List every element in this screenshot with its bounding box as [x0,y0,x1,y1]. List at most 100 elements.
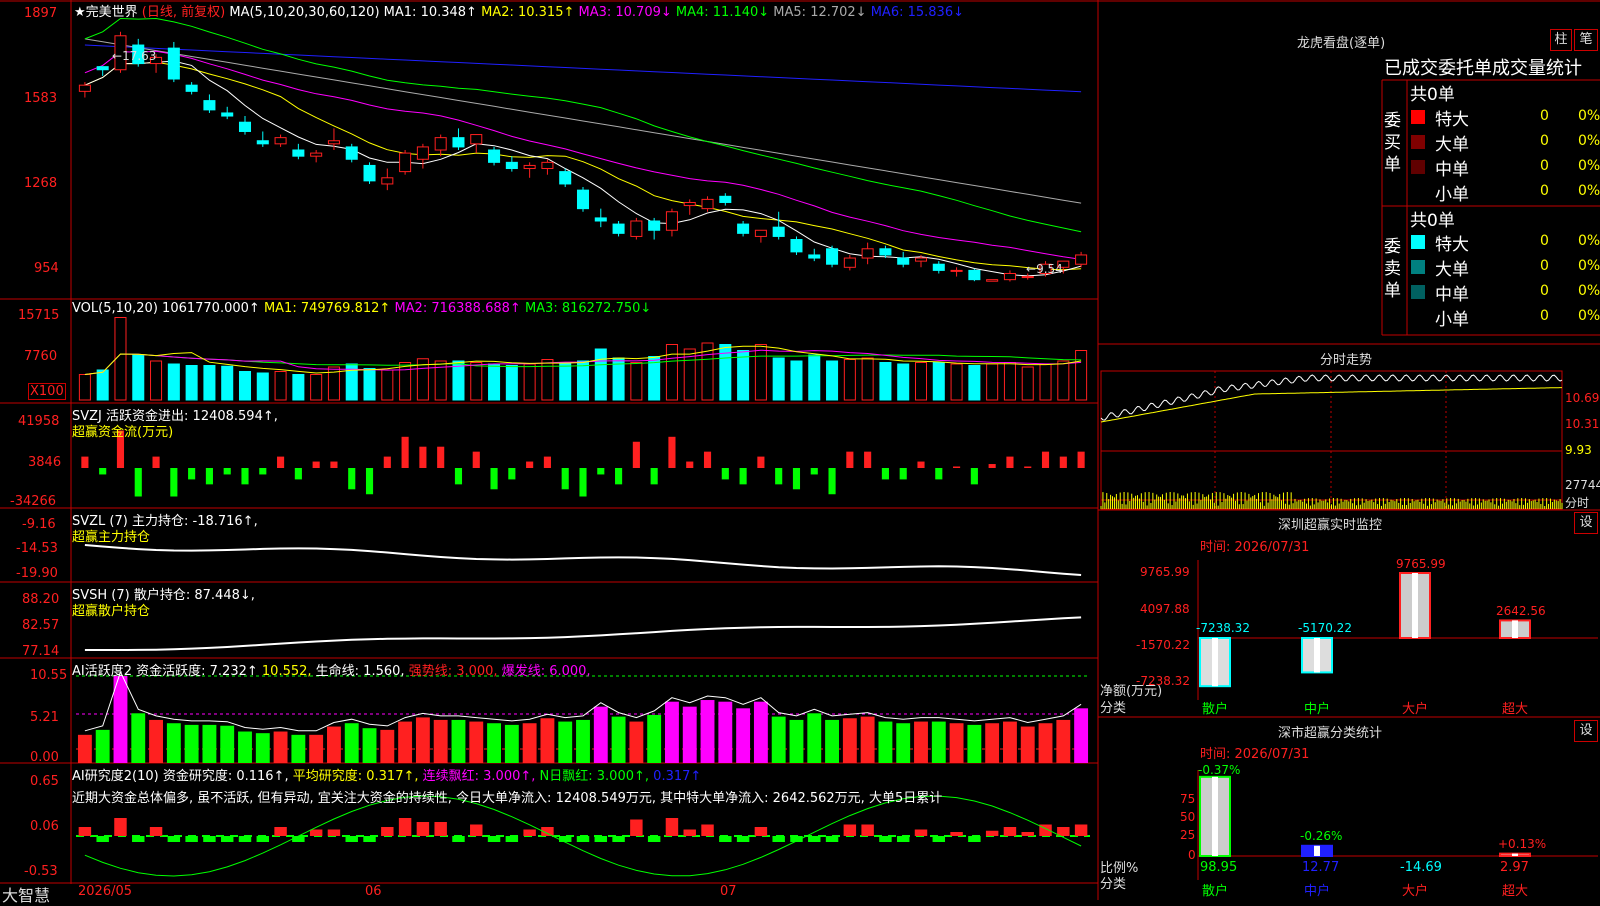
ai-active-strong: 强势线: 3.000, [408,664,498,679]
svsh-y-label: 88.20 [22,592,60,607]
ai-research-y-label: -0.53 [24,864,58,879]
research-bar [132,836,145,842]
active-bar [985,723,1000,763]
volume-bar [808,354,821,401]
svsh-chart[interactable] [84,616,1082,651]
svzj-bar [259,468,267,475]
bar-mode-button[interactable]: 柱 [1550,29,1572,51]
legend-swatch [1411,160,1425,174]
svzj-bar [970,468,978,485]
ai-active-name[interactable]: AI活跃度2 [72,664,132,679]
svzj-bar [277,456,285,468]
sz-class-chart[interactable] [1197,770,1598,880]
class-value-label: 2.97 [1500,860,1529,875]
volume-bar [292,374,305,401]
svzj-chart[interactable] [81,430,1085,497]
candle-body [559,171,572,185]
svzj-bar [597,468,605,475]
candlestick-chart[interactable] [78,17,1088,282]
svzj-bar [650,468,658,485]
ma-line-5 [84,61,1082,271]
vol-name[interactable]: VOL(5,10,20) [72,301,158,316]
volume-bar [150,360,163,401]
svzj-bar [490,468,498,490]
ai-active-chart[interactable] [76,670,1090,763]
sz-monitor-chart[interactable] [1197,560,1598,700]
order-type-label: 中单 [1435,160,1469,180]
svzj-bar [988,464,996,468]
candle-body [719,195,732,203]
intraday-chart[interactable] [1100,370,1563,510]
research-bar [932,836,946,842]
volume-bar [399,362,412,401]
svsh-sub: 超赢散户持仓 [72,604,151,619]
active-bar [736,708,751,763]
svzj-bar [1041,451,1050,468]
intraday-title: 分时走势 [1320,353,1373,368]
volume-chart[interactable] [78,317,1088,401]
svzj-bar [401,436,409,468]
candle-body [950,269,963,272]
research-bar [985,830,999,836]
svsh-y-label: 82.57 [22,618,60,633]
svzj-bar [526,461,534,468]
svsh-line [84,616,1082,651]
volume-bar [826,360,839,401]
candle-body [523,164,536,170]
volume-bar [488,363,501,401]
ai-research-t2: 平均研究度: 0.317↑, [292,769,419,784]
research-bar [416,822,430,836]
class-value-label: 12.77 [1302,860,1340,875]
order-pct: 0% [1578,108,1600,124]
research-bar [612,836,625,842]
svzj-bar [383,456,391,468]
svzj-y-label: -34266 [10,494,57,509]
monitor-settings-button[interactable]: 设 [1574,512,1598,534]
research-bar [470,824,483,836]
svzj-bar [935,468,943,480]
volume-bar [114,317,127,401]
volume-bar [185,365,198,401]
svzj-bar [917,461,925,468]
stock-title[interactable]: ★完美世界 [74,5,138,20]
research-bar [825,836,839,842]
volume-bar [594,348,607,401]
ai-research-name[interactable]: AI研究度2(10) [72,769,159,784]
volume-bar [1039,363,1052,401]
active-bar [95,729,110,763]
class-settings-button[interactable]: 设 [1574,720,1598,742]
ai-research-y-label: 0.06 [30,819,59,834]
intraday-y-label: 10.69 [1565,391,1600,405]
class-category-label: 大户 [1402,884,1429,899]
ai-research-y-label: 0.65 [30,774,59,789]
candle-body [238,121,252,132]
svzl-chart[interactable] [84,544,1082,576]
candle-body [826,248,839,265]
active-bar [700,700,715,763]
monitor-time: 时间: 2026/07/31 [1200,540,1310,555]
candle-body [986,279,999,282]
monitor-category-label: 超大 [1502,702,1529,717]
candle-body [78,84,91,92]
class-pct-label: -0.37% [1198,763,1241,777]
period-label[interactable]: (日线, 前复权) [142,5,225,20]
active-bar [1020,726,1035,763]
tick-mode-button[interactable]: 笔 [1574,29,1598,51]
order-type-label: 中单 [1435,285,1469,305]
research-bar [594,836,608,842]
candle-body [256,140,269,145]
active-bar [273,731,288,763]
svzj-bar [508,468,516,480]
volume-bar [363,368,376,401]
vol-unit-button[interactable]: X100 [28,383,66,400]
candle-body [167,47,180,80]
research-bar [452,836,465,842]
research-bar [843,824,857,836]
ai-research-chart[interactable] [76,795,1090,877]
monitor-category-label: 大户 [1402,702,1429,717]
brand-logo[interactable]: 大智慧 [2,882,50,906]
volume-bar [665,344,678,401]
ai-research-t4: N日飘红: 3.000↑, [539,769,650,784]
svzj-bar [472,451,480,468]
svzj-y-label: 41958 [18,414,60,429]
